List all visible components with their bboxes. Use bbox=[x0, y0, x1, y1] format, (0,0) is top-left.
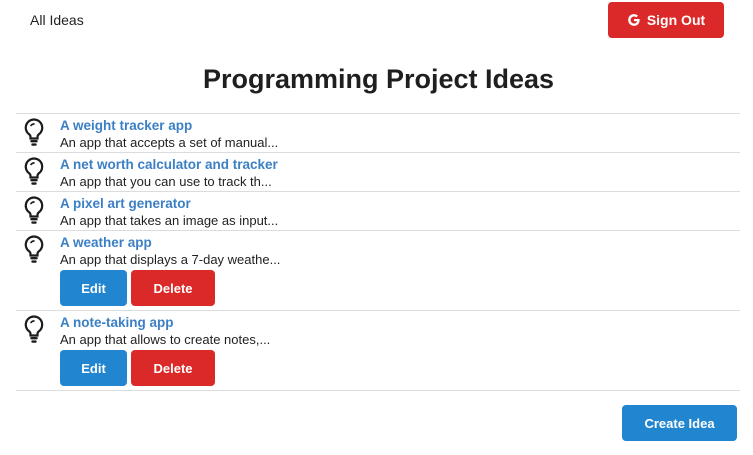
idea-description: An app that accepts a set of manual... bbox=[60, 135, 279, 150]
edit-button[interactable]: Edit bbox=[60, 270, 127, 306]
edit-button[interactable]: Edit bbox=[60, 350, 127, 386]
idea-description: An app that you can use to track th... bbox=[60, 174, 272, 189]
idea-description: An app that displays a 7-day weathe... bbox=[60, 252, 281, 267]
lightbulb-icon bbox=[24, 235, 44, 263]
sign-out-button[interactable]: Sign Out bbox=[608, 2, 724, 38]
idea-list: A weight tracker app An app that accepts… bbox=[16, 113, 740, 391]
idea-title[interactable]: A weight tracker app bbox=[60, 118, 192, 133]
page-title: Programming Project Ideas bbox=[202, 64, 555, 94]
list-item: A note-taking app An app that allows to … bbox=[16, 311, 740, 391]
lightbulb-icon bbox=[24, 315, 44, 343]
lightbulb-icon bbox=[24, 157, 44, 185]
list-item: A net worth calculator and tracker An ap… bbox=[16, 153, 740, 192]
top-nav: All Ideas Sign Out bbox=[0, 0, 753, 40]
create-idea-button[interactable]: Create Idea bbox=[622, 405, 737, 441]
idea-title[interactable]: A note-taking app bbox=[60, 315, 174, 330]
idea-description: An app that takes an image as input... bbox=[60, 213, 279, 228]
list-item: A pixel art generator An app that takes … bbox=[16, 192, 740, 231]
lightbulb-icon bbox=[24, 118, 44, 146]
delete-button[interactable]: Delete bbox=[131, 350, 215, 386]
idea-title[interactable]: A weather app bbox=[60, 235, 152, 250]
all-ideas-link[interactable]: All Ideas bbox=[30, 12, 84, 28]
delete-button[interactable]: Delete bbox=[131, 270, 215, 306]
idea-description: An app that allows to create notes,... bbox=[60, 332, 271, 347]
idea-title[interactable]: A net worth calculator and tracker bbox=[60, 157, 278, 172]
idea-title[interactable]: A pixel art generator bbox=[60, 196, 191, 211]
lightbulb-icon bbox=[24, 196, 44, 224]
sign-out-label: Sign Out bbox=[646, 12, 706, 28]
list-item: A weight tracker app An app that accepts… bbox=[16, 114, 740, 153]
google-icon bbox=[627, 14, 640, 26]
list-item: A weather app An app that displays a 7-d… bbox=[16, 231, 740, 311]
